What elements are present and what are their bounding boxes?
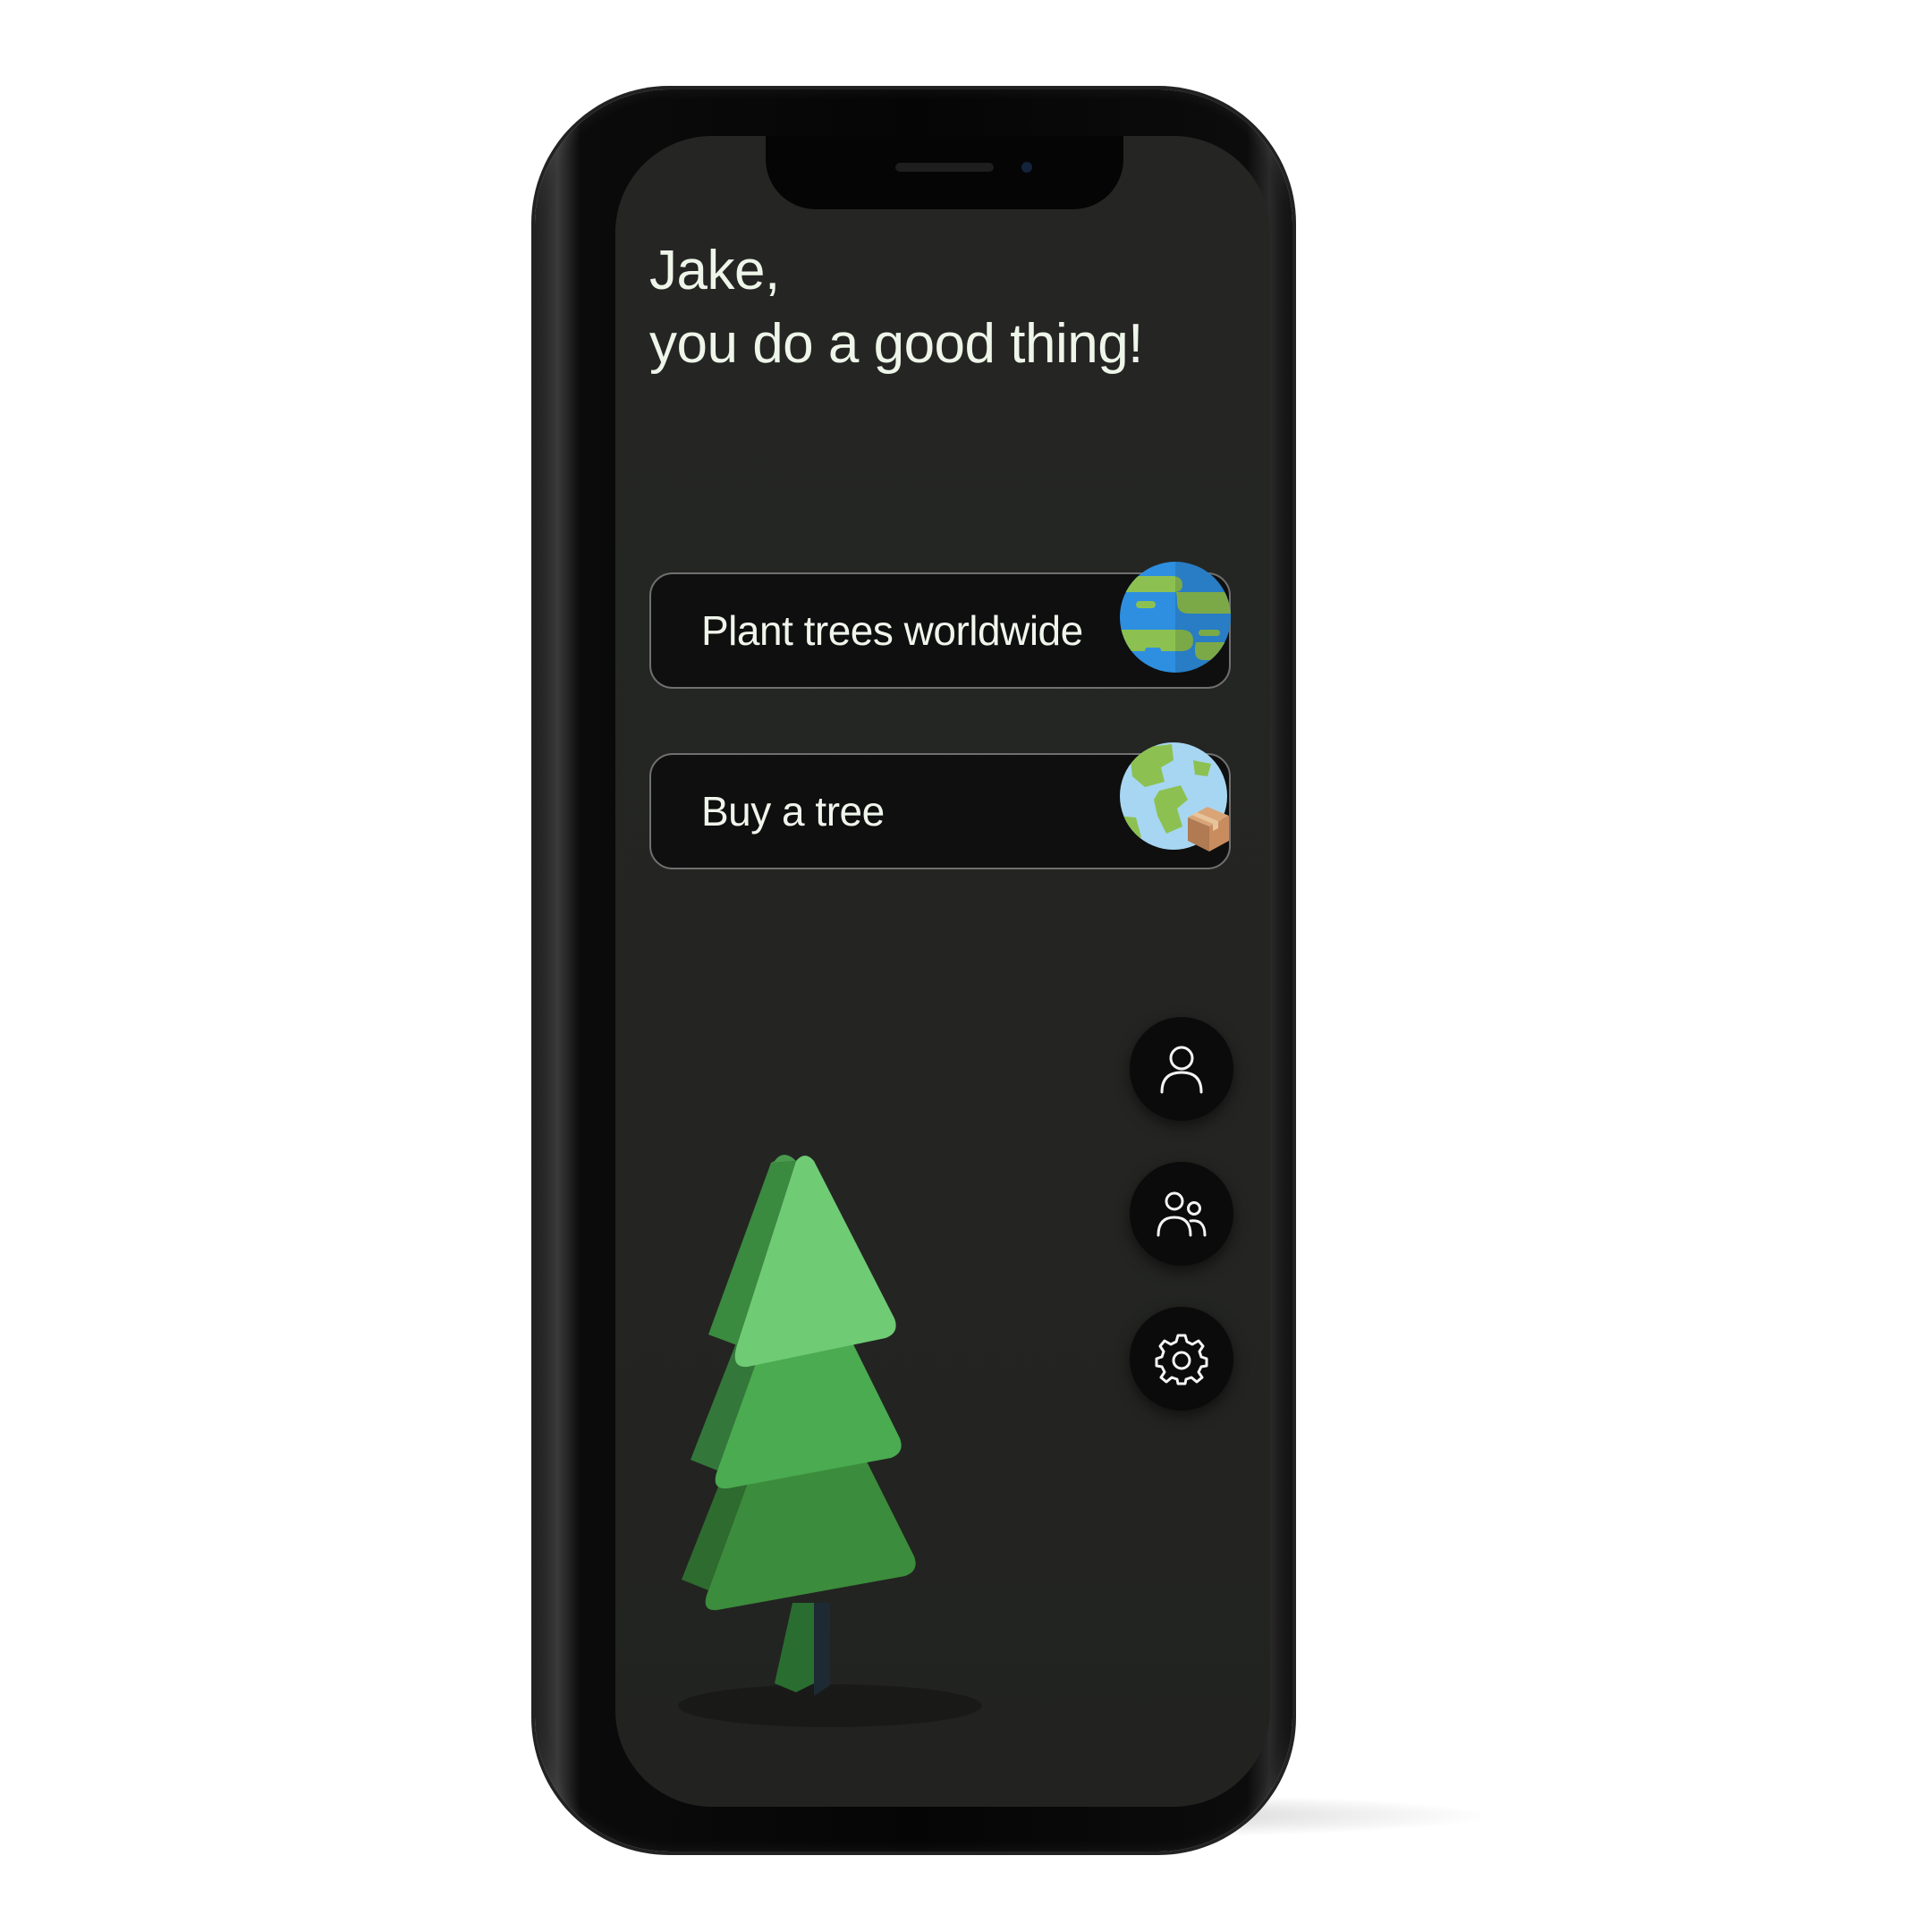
speaker-grille (895, 163, 994, 172)
user-icon (1160, 1046, 1203, 1094)
settings-button[interactable] (1130, 1307, 1233, 1411)
front-camera (1021, 162, 1032, 173)
buy-a-tree-button[interactable]: Buy a tree (649, 742, 1231, 869)
buy-a-tree-label: Buy a tree (701, 788, 885, 835)
plant-trees-label: Plant trees worldwide (701, 607, 1083, 654)
community-button[interactable] (1130, 1162, 1233, 1266)
profile-button[interactable] (1130, 1017, 1233, 1121)
mockup-stage: Jake, you do a good thing! Plant trees w… (0, 0, 1932, 1932)
phone-notch (766, 136, 1123, 209)
greeting-message: you do a good thing! (649, 313, 1143, 375)
globe-with-package-icon (1120, 742, 1229, 852)
greeting-name: Jake, (649, 240, 780, 301)
plant-trees-worldwide-button[interactable]: Plant trees worldwide (649, 562, 1231, 689)
app-screen: Jake, you do a good thing! Plant trees w… (615, 136, 1270, 1807)
earth-globe-icon (1120, 562, 1231, 673)
tree-illustration (678, 1155, 982, 1727)
gear-icon (1155, 1334, 1208, 1385)
greeting-heading: Jake, you do a good thing! (649, 234, 1143, 381)
users-icon (1157, 1191, 1207, 1237)
